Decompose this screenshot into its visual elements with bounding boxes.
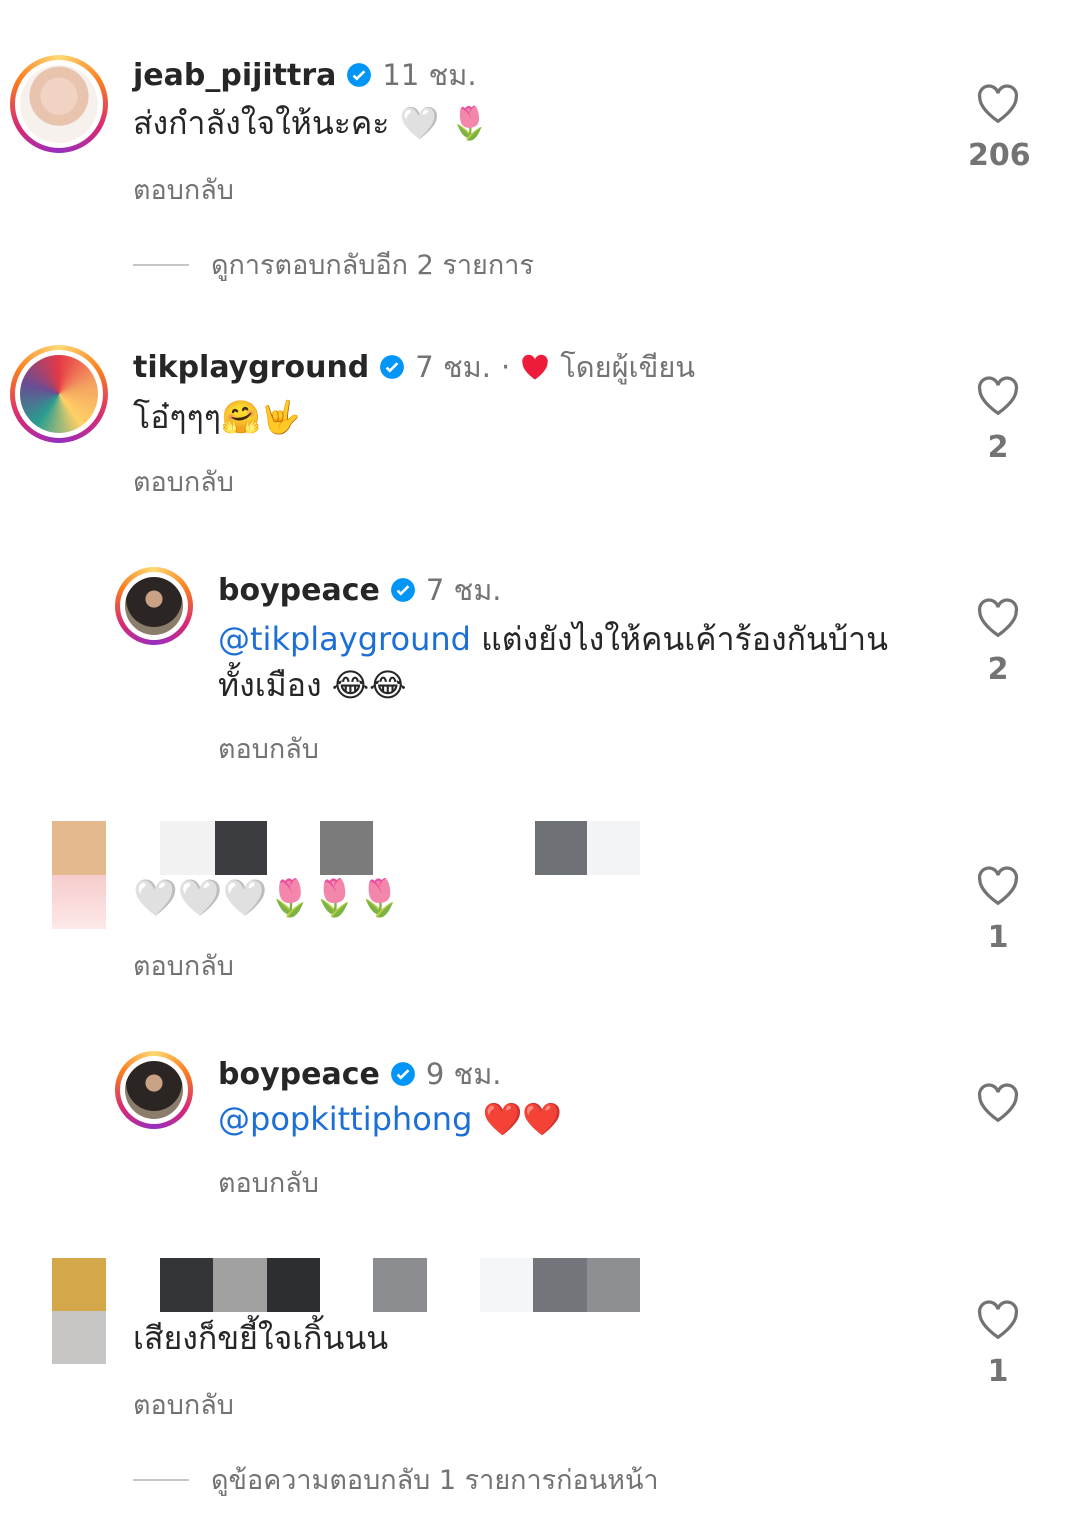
- username[interactable]: tikplayground: [133, 350, 369, 385]
- username[interactable]: jeab_pijittra: [133, 58, 336, 93]
- censored-avatar: [52, 821, 106, 929]
- comment-header: boypeace 7 ชม.: [218, 567, 502, 613]
- comment-header: tikplayground 7 ชม. · โดยผู้เขียน: [133, 344, 695, 390]
- like-control: 1: [968, 1300, 1028, 1389]
- censored-username: [135, 821, 640, 875]
- avatar[interactable]: [115, 1051, 193, 1129]
- view-more-replies[interactable]: ดูการตอบกลับอีก 2 รายการ: [133, 243, 534, 286]
- emoji-group: 🤗🤟: [220, 398, 301, 436]
- reply-button[interactable]: ตอบกลับ: [218, 1161, 319, 1204]
- avatar[interactable]: [10, 345, 108, 443]
- comment-text: โอ๋ๆๆๆ🤗🤟: [133, 394, 301, 440]
- comment-text: @popkittiphong ❤️❤️: [218, 1096, 562, 1142]
- like-count: 206: [968, 138, 1031, 173]
- view-more-label[interactable]: ดูการตอบกลับอีก 2 รายการ: [211, 243, 534, 286]
- heart-outline-icon[interactable]: [976, 1300, 1020, 1340]
- view-more-label[interactable]: ดูข้อความตอบกลับ 1 รายการก่อนหน้า: [211, 1458, 659, 1501]
- timestamp: 7 ชม.: [415, 350, 491, 384]
- heart-outline-icon[interactable]: [976, 84, 1020, 124]
- like-count: 1: [987, 1354, 1009, 1389]
- timestamp: 7 ชม.: [425, 573, 502, 607]
- censored-username: [160, 1258, 640, 1312]
- comment-text: 🤍🤍🤍🌷🌷🌷: [133, 876, 402, 922]
- comment-header: boypeace 9 ชม.: [218, 1051, 502, 1097]
- comment-body: แต่งยังไงให้คนเค้าร้องกันบ้าน: [470, 620, 888, 658]
- comment-body-line2: ทั้งเมือง: [218, 666, 322, 704]
- comment-text: @tikplayground แต่งยังไงให้คนเค้าร้องกัน…: [218, 616, 938, 708]
- comment-body: โอ๋ๆๆๆ: [133, 398, 221, 436]
- liked-by-author: โดยผู้เขียน: [560, 350, 696, 384]
- emoji-group: ❤️❤️: [482, 1100, 563, 1138]
- like-control: 2: [968, 598, 1028, 687]
- mention-link[interactable]: @popkittiphong: [218, 1100, 472, 1138]
- emoji-group: 😂😂: [331, 666, 407, 704]
- timestamp: 9 ชม.: [425, 1057, 502, 1091]
- reply-button[interactable]: ตอบกลับ: [218, 727, 319, 770]
- heart-outline-icon[interactable]: [976, 866, 1020, 906]
- heart-outline-icon[interactable]: [976, 598, 1020, 638]
- avatar[interactable]: [115, 567, 193, 645]
- verified-badge-icon: [390, 1062, 415, 1086]
- like-control: 206: [968, 84, 1031, 173]
- comment-header: jeab_pijittra 11 ชม.: [133, 52, 477, 98]
- divider-line: [133, 1478, 189, 1481]
- username[interactable]: boypeace: [218, 573, 380, 608]
- timestamp: 11 ชม.: [382, 58, 477, 92]
- emoji-group: 🤍 🌷: [399, 104, 490, 142]
- reply-button[interactable]: ตอบกลับ: [133, 944, 234, 987]
- separator-dot: ·: [500, 350, 511, 384]
- heart-outline-icon[interactable]: [976, 1083, 1020, 1123]
- like-count: 1: [987, 920, 1009, 955]
- comment-body: เสียงก็ขยี้ใจเกิ้นนน: [133, 1319, 389, 1357]
- view-previous-replies[interactable]: ดูข้อความตอบกลับ 1 รายการก่อนหน้า: [133, 1458, 659, 1501]
- like-control: [968, 1083, 1028, 1127]
- avatar[interactable]: [10, 55, 108, 153]
- like-control: 2: [968, 376, 1028, 465]
- emoji-group: 🤍🤍🤍🌷🌷🌷: [133, 878, 402, 919]
- reply-button[interactable]: ตอบกลับ: [133, 1383, 234, 1426]
- heart-outline-icon[interactable]: [976, 376, 1020, 416]
- censored-avatar: [52, 1258, 106, 1364]
- divider-line: [133, 263, 189, 266]
- comment-text: เสียงก็ขยี้ใจเกิ้นนน: [133, 1315, 388, 1361]
- like-count: 2: [987, 430, 1009, 465]
- like-count: 2: [987, 652, 1009, 687]
- verified-badge-icon: [390, 578, 415, 602]
- verified-badge-icon: [347, 63, 372, 87]
- reply-button[interactable]: ตอบกลับ: [133, 168, 234, 211]
- comment-body: ส่งกำลังใจให้นะคะ: [133, 104, 390, 142]
- mention-link[interactable]: @tikplayground: [218, 620, 471, 658]
- username[interactable]: boypeace: [218, 1057, 380, 1092]
- red-heart-icon: [522, 354, 548, 380]
- verified-badge-icon: [380, 355, 405, 379]
- like-control: 1: [968, 866, 1028, 955]
- reply-button[interactable]: ตอบกลับ: [133, 460, 234, 503]
- comment-text: ส่งกำลังใจให้นะคะ 🤍 🌷: [133, 100, 490, 146]
